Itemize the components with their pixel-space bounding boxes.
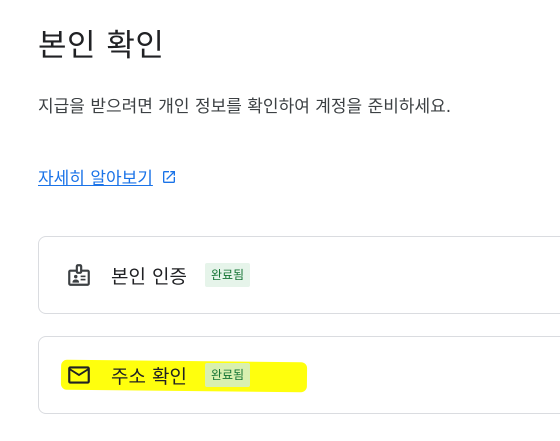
learn-more-label: 자세히 알아보기 [38,169,153,189]
page-title: 본인 확인 [38,28,165,64]
id-card-icon [65,261,93,289]
identity-verification-label: 본인 인증 [111,265,187,288]
identity-verification-card[interactable]: 본인 인증 완료됨 [38,236,560,314]
status-badge: 완료됨 [204,363,251,387]
page-description: 지급을 받으려면 개인 정보를 확인하여 계정을 준비하세요. [38,97,452,117]
external-link-icon [161,169,177,185]
status-badge: 완료됨 [204,263,251,287]
verification-page: 본인 확인 지급을 받으려면 개인 정보를 확인하여 계정을 준비하세요. 자세… [0,0,560,441]
address-verification-card[interactable]: 주소 확인 완료됨 [38,336,560,414]
learn-more-link[interactable]: 자세히 알아보기 [38,164,177,189]
mail-icon [65,361,93,389]
address-verification-label: 주소 확인 [111,365,187,388]
